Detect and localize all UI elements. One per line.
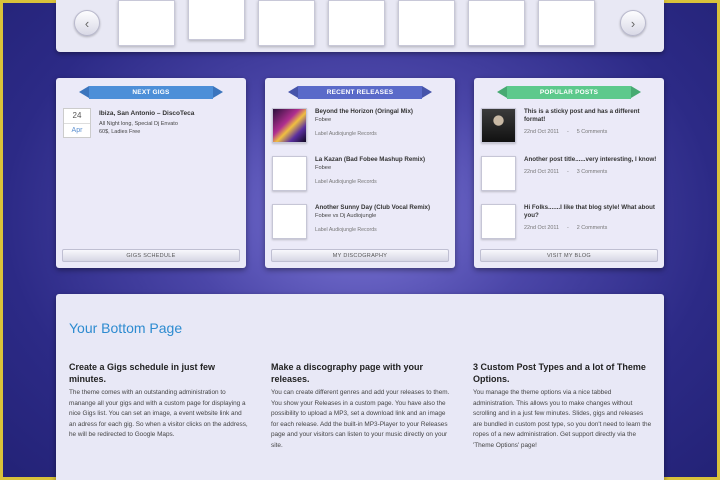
post-title[interactable]: Hi Folks.......I like that blog style! W… [524,204,657,220]
carousel-thumbs [118,0,595,46]
date-badge: 24 Apr [63,108,91,138]
meta-separator: - [566,225,569,231]
release-title[interactable]: Another Sunny Day (Club Vocal Remix) [315,204,430,212]
post-meta: 22nd Oct 2011 - 2 Comments [524,225,657,231]
post-thumbnail-image[interactable] [481,204,516,239]
date-month: Apr [71,127,83,134]
release-item[interactable]: La Kazan (Bad Fobee Mashup Remix) Fobee … [272,156,448,191]
feature-heading: 3 Custom Post Types and a lot of Theme O… [473,362,646,384]
album-cover-image[interactable] [272,108,307,143]
carousel-thumb[interactable] [118,0,175,46]
release-artist: Fobee [315,165,332,171]
post-meta: 22nd Oct 2011 - 3 Comments [524,169,656,175]
post-comments-link[interactable]: 2 Comments [577,225,608,231]
gig-title[interactable]: Ibiza, San Antonio – DiscoTeca [99,110,194,117]
feature-text: The theme comes with an outstanding admi… [69,389,248,438]
release-item[interactable]: Beyond the Horizon (Oringal Mix) Fobee L… [272,108,448,143]
post-date: 22nd Oct 2011 [524,225,559,231]
visit-my-blog-button[interactable]: VISIT MY BLOG [480,249,658,262]
carousel-thumb[interactable] [258,0,315,46]
gig-description: All Night long, Special Dj Envato 60$, L… [99,120,194,136]
post-date: 22nd Oct 2011 [524,169,559,175]
carousel-thumb[interactable] [398,0,455,46]
album-cover-image[interactable] [272,156,307,191]
chevron-left-icon: ‹ [84,15,90,31]
feature-heading: Make a discography page with your releas… [271,362,424,384]
release-label: Label Audiojungle Records [315,131,377,137]
release-artist: Fobee vs Dj Audiojungle [315,213,377,219]
release-label: Label Audiojungle Records [315,227,377,233]
page-title: Your Bottom Page [69,320,183,336]
carousel-thumb[interactable] [328,0,385,46]
post-title[interactable]: This is a sticky post and has a differen… [524,108,657,124]
next-gigs-widget: NEXT GIGS 24 Apr Ibiza, San Antonio – Di… [56,78,246,268]
carousel-thumb[interactable] [188,0,245,40]
feature-text: You manage the theme options via a nice … [473,389,652,449]
feature-column: Make a discography page with your releas… [271,361,451,451]
release-artist: Fobee [315,117,332,123]
my-discography-button[interactable]: MY DISCOGRAPHY [271,249,449,262]
feature-column: 3 Custom Post Types and a lot of Theme O… [473,361,653,451]
post-comments-link[interactable]: 3 Comments [577,169,608,175]
post-item[interactable]: This is a sticky post and has a differen… [481,108,657,143]
gig-line: All Night long, Special Dj Envato [99,121,178,127]
meta-separator: - [566,169,569,175]
popular-posts-widget: POPULAR POSTS This is a sticky post and … [474,78,664,268]
post-thumbnail-image[interactable] [481,108,516,143]
gig-item[interactable]: 24 Apr Ibiza, San Antonio – DiscoTeca Al… [63,108,239,138]
gig-line: 60$, Ladies Free [99,129,141,135]
date-day: 24 [64,109,90,124]
gigs-schedule-button[interactable]: GIGS SCHEDULE [62,249,240,262]
carousel-next-button[interactable]: › [620,10,646,36]
post-date: 22nd Oct 2011 [524,129,559,135]
meta-separator: - [566,129,569,135]
carousel-prev-button[interactable]: ‹ [74,10,100,36]
release-title[interactable]: La Kazan (Bad Fobee Mashup Remix) [315,156,425,164]
album-cover-image[interactable] [272,204,307,239]
widget-title: NEXT GIGS [79,86,223,99]
widget-title: RECENT RELEASES [288,86,432,99]
release-label: Label Audiojungle Records [315,179,377,185]
post-item[interactable]: Hi Folks.......I like that blog style! W… [481,204,657,239]
feature-column: Create a Gigs schedule in just few minut… [69,361,249,451]
recent-releases-widget: RECENT RELEASES Beyond the Horizon (Orin… [265,78,455,268]
feature-text: You can create different genres and add … [271,389,450,449]
chevron-right-icon: › [630,15,636,31]
post-item[interactable]: Another post title......very interesting… [481,156,657,191]
thumbnail-carousel: ‹ › [56,0,664,52]
widget-title: POPULAR POSTS [497,86,641,99]
post-meta: 22nd Oct 2011 - 5 Comments [524,129,657,135]
release-title[interactable]: Beyond the Horizon (Oringal Mix) [315,108,413,116]
feature-heading: Create a Gigs schedule in just few minut… [69,362,216,384]
carousel-thumb[interactable] [468,0,525,46]
bottom-page-section: Your Bottom Page Create a Gigs schedule … [56,294,664,480]
post-thumbnail-image[interactable] [481,156,516,191]
release-item[interactable]: Another Sunny Day (Club Vocal Remix) Fob… [272,204,448,239]
post-title[interactable]: Another post title......very interesting… [524,156,656,164]
carousel-thumb[interactable] [538,0,595,46]
post-comments-link[interactable]: 5 Comments [577,129,608,135]
